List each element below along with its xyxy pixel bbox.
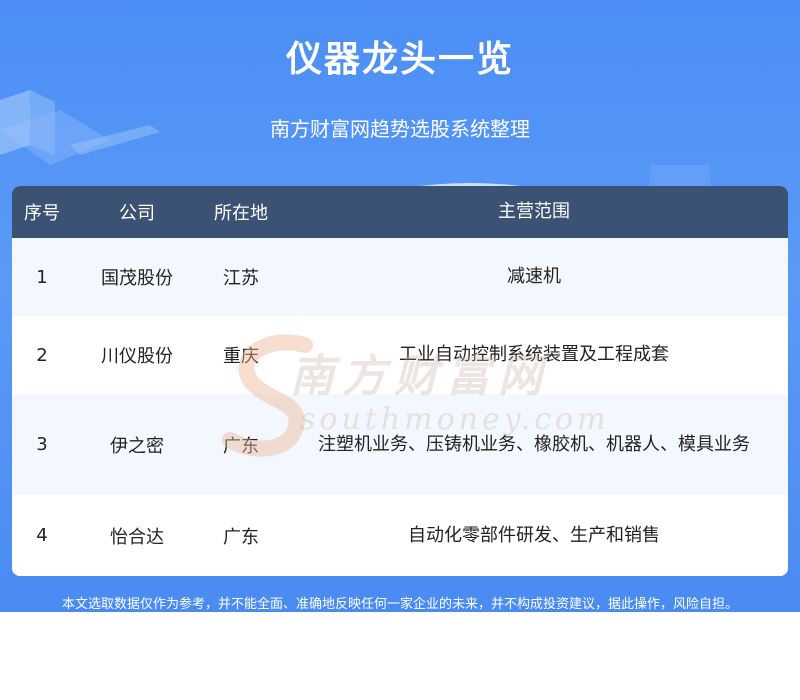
table-row: 1 国茂股份 江苏 减速机 [12,238,788,316]
company-table: 序号 公司 所在地 主营范围 1 国茂股份 江苏 减速机 2 川仪股份 重庆 工… [12,186,788,576]
row-business: 注塑机业务、压铸机业务、橡胶机、机器人、模具业务 [318,433,750,455]
row-no: 3 [36,434,48,455]
disclaimer-text: 本文选取数据仅作为参考，并不能全面、准确地反映任何一家企业的未来，并不构成投资建… [61,597,738,612]
header-location: 所在地 [214,203,268,224]
header-business: 主营范围 [498,201,570,222]
header-company: 公司 [119,203,155,224]
row-business: 工业自动控制系统装置及工程成套 [399,344,669,365]
row-no: 2 [36,344,48,366]
row-company: 伊之密 [110,435,164,457]
row-business: 自动化零部件研发、生产和销售 [408,524,660,546]
header-banner: 仪器龙头一览 南方财富网趋势选股系统整理 序号 公司 所在地 主营范围 1 国茂… [0,0,800,612]
row-no: 4 [36,525,48,546]
row-location: 广东 [223,526,259,548]
row-location: 广东 [223,435,259,457]
row-company: 怡合达 [110,526,164,548]
row-company: 国茂股份 [101,268,173,289]
header-no: 序号 [24,203,60,224]
row-business: 减速机 [507,266,561,287]
table-row: 3 伊之密 广东 注塑机业务、压铸机业务、橡胶机、机器人、模具业务 [12,394,788,495]
table-row: 4 怡合达 广东 自动化零部件研发、生产和销售 [12,495,788,576]
row-company: 川仪股份 [101,346,173,367]
row-location: 重庆 [223,346,259,367]
table-row: 2 川仪股份 重庆 工业自动控制系统装置及工程成套 [12,316,788,394]
row-location: 江苏 [223,268,259,289]
page-title: 仪器龙头一览 [285,39,514,80]
page-subtitle: 南方财富网趋势选股系统整理 [270,117,530,141]
row-no: 1 [36,266,48,288]
table-header: 序号 公司 所在地 主营范围 [12,186,788,238]
